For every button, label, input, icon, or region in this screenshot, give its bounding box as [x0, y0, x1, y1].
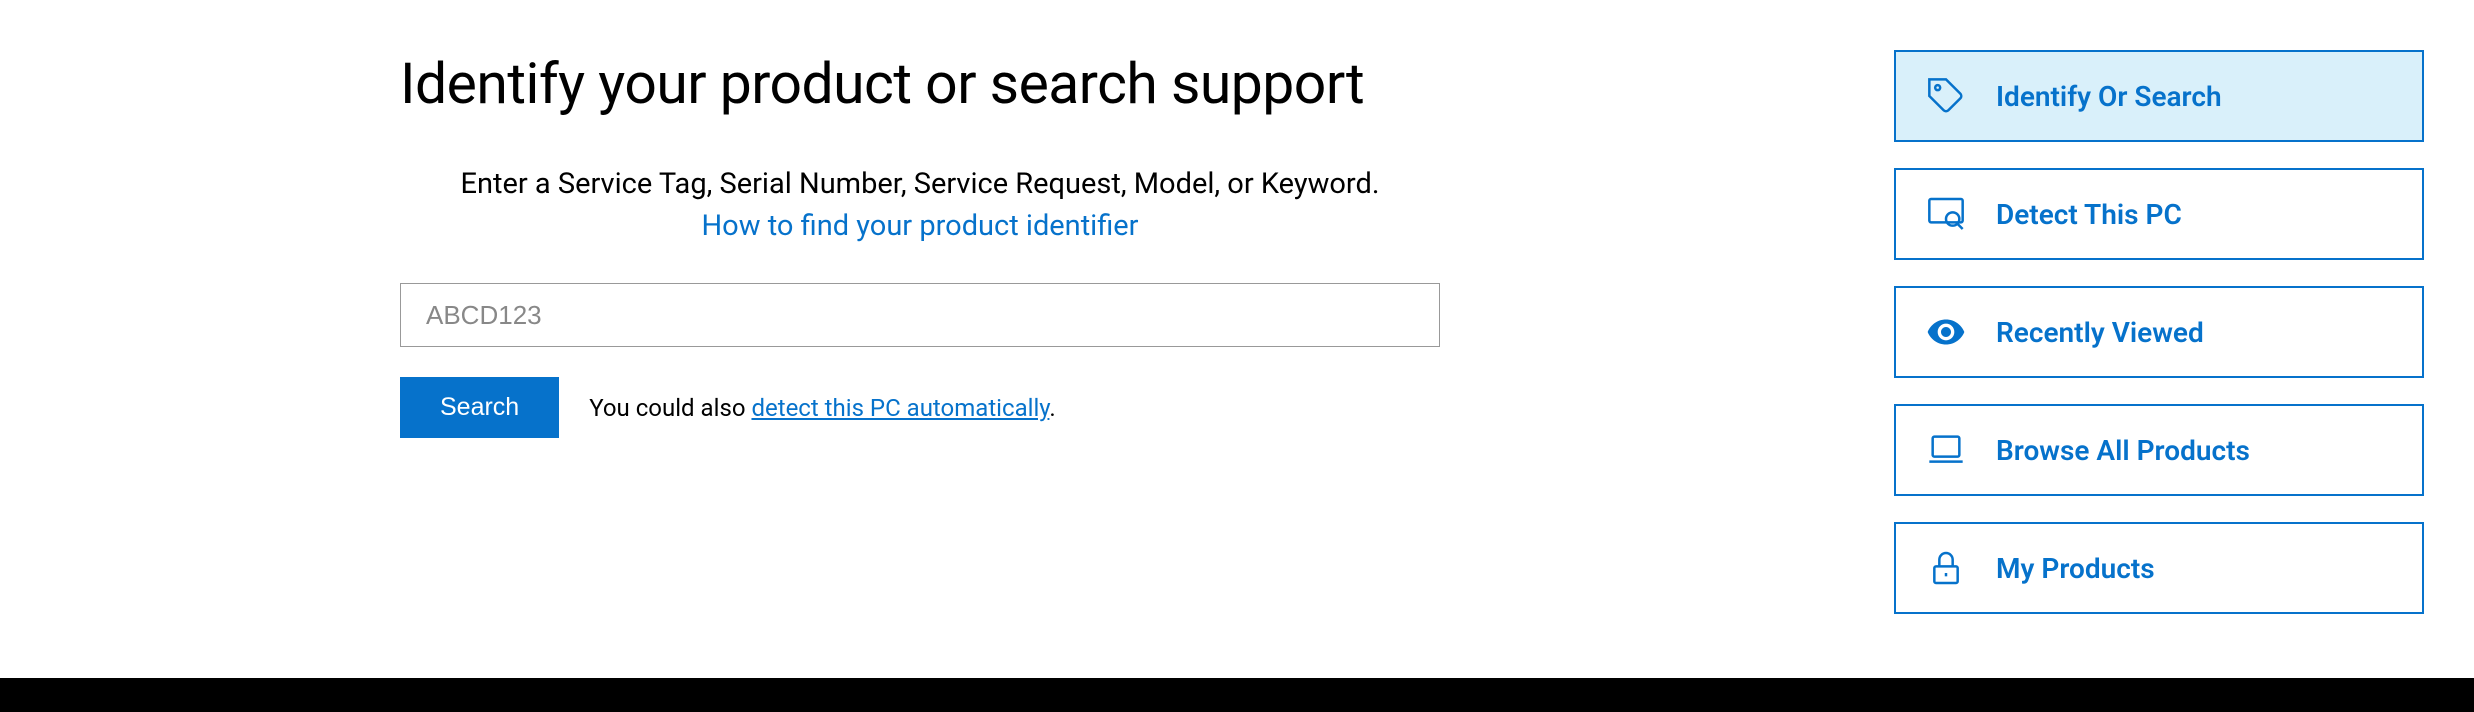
lock-icon — [1926, 548, 1966, 588]
eye-icon — [1926, 312, 1966, 352]
detect-suffix: . — [1049, 394, 1055, 422]
instructions-text: Enter a Service Tag, Serial Number, Serv… — [400, 167, 1440, 201]
sidebar-item-label: My Products — [1996, 552, 2155, 585]
detect-pc-link[interactable]: detect this PC automatically — [751, 394, 1049, 422]
sidebar-item-label: Detect This PC — [1996, 198, 2182, 231]
detect-text: You could also detect this PC automatica… — [589, 394, 1056, 422]
laptop-icon — [1926, 430, 1966, 470]
main-panel: Identify your product or search support … — [400, 50, 1600, 438]
sidebar-item-browse-all-products[interactable]: Browse All Products — [1894, 404, 2424, 496]
sidebar-item-recently-viewed[interactable]: Recently Viewed — [1894, 286, 2424, 378]
sidebar: Identify Or Search Detect This PC Recent… — [1894, 50, 2424, 614]
search-input[interactable] — [400, 283, 1440, 347]
search-row: Search You could also detect this PC aut… — [400, 377, 1600, 438]
sidebar-item-label: Identify Or Search — [1996, 80, 2222, 113]
tag-icon — [1926, 76, 1966, 116]
help-link[interactable]: How to find your product identifier — [400, 209, 1440, 243]
sidebar-item-label: Browse All Products — [1996, 434, 2250, 467]
sidebar-item-label: Recently Viewed — [1996, 316, 2204, 349]
page-title: Identify your product or search support — [400, 50, 1600, 117]
monitor-search-icon — [1926, 194, 1966, 234]
detect-prefix: You could also — [589, 394, 751, 422]
sidebar-item-detect-this-pc[interactable]: Detect This PC — [1894, 168, 2424, 260]
sidebar-item-my-products[interactable]: My Products — [1894, 522, 2424, 614]
search-button[interactable]: Search — [400, 377, 559, 438]
sidebar-item-identify-or-search[interactable]: Identify Or Search — [1894, 50, 2424, 142]
footer-bar — [0, 678, 2474, 712]
